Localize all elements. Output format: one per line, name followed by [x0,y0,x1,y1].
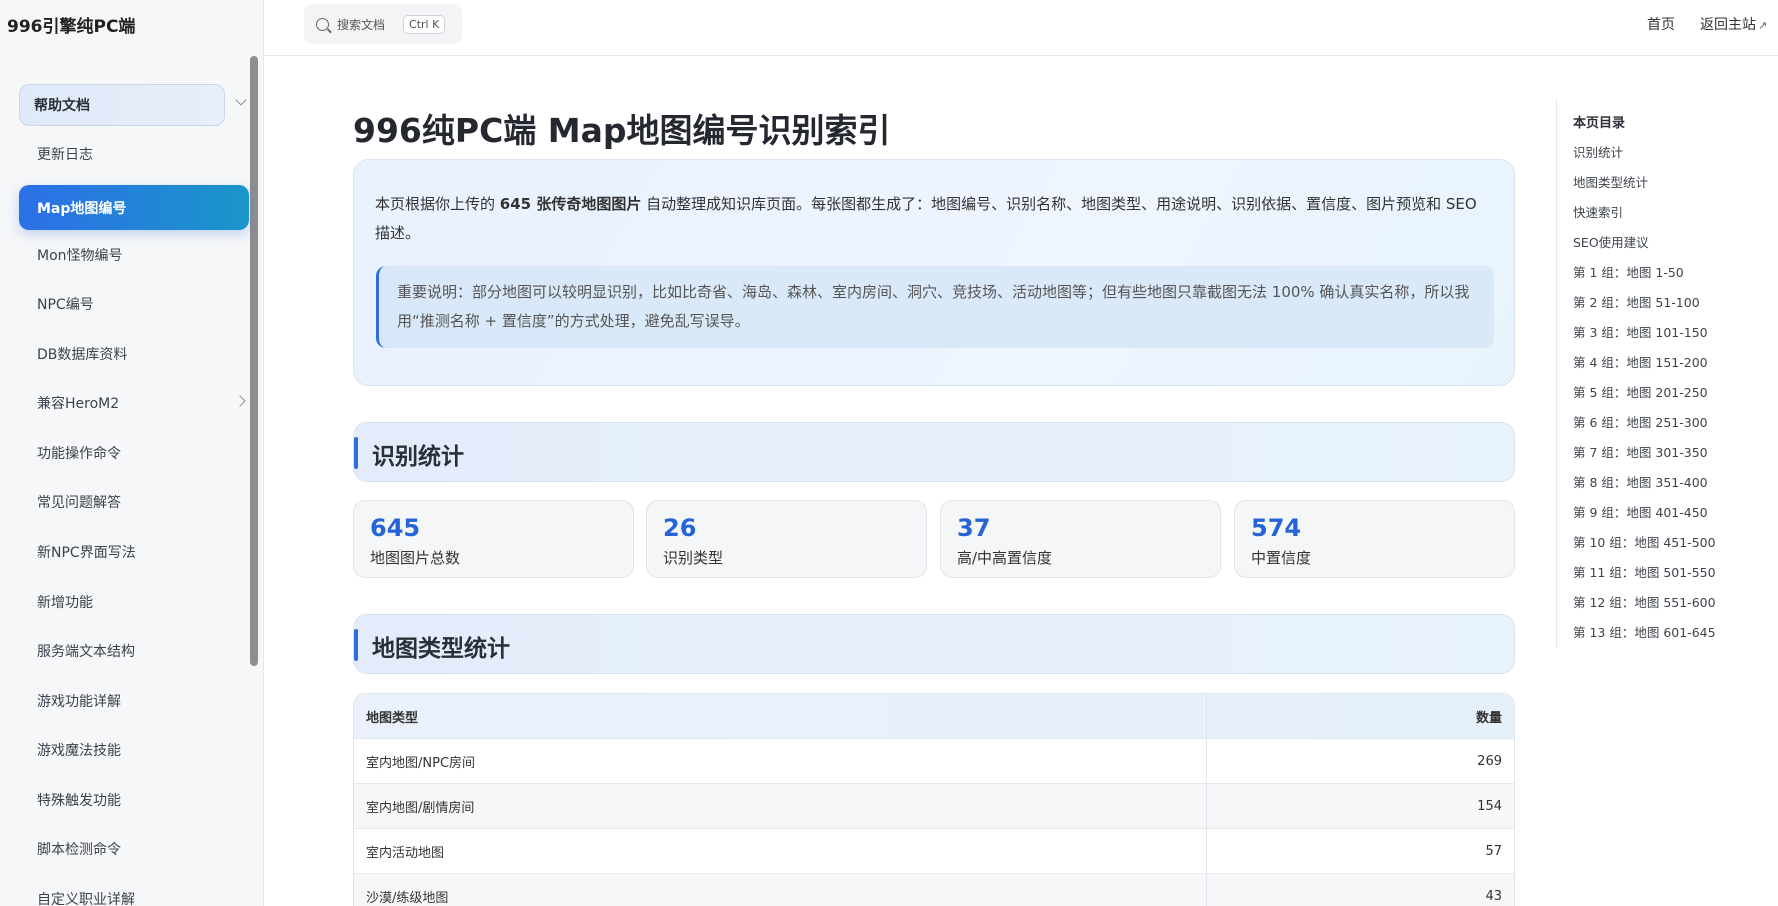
table-cell-type: 室内地图/剧情房间 [354,784,1207,828]
nav-back-link[interactable]: 返回主站 ↗ [1700,14,1767,34]
sidebar-item-custom-jobs[interactable]: 自定义职业详解 [37,890,135,906]
sidebar-item-changelog[interactable]: 更新日志 [37,145,93,165]
intro-text: 本页根据你上传的 645 张传奇地图图片 自动整理成知识库页面。每张图都生成了：… [375,190,1495,248]
table-cell-type: 室内地图/NPC房间 [354,739,1207,783]
toc-item-quick-index[interactable]: 快速索引 [1573,202,1623,221]
chevron-right-icon[interactable] [234,395,246,407]
stat-label: 中置信度 [1251,549,1312,567]
table-cell-count: 43 [1485,888,1502,904]
toc-item-stats[interactable]: 识别统计 [1573,142,1623,161]
toc-item-group-7[interactable]: 第 7 组：地图 301-350 [1573,442,1708,461]
table-body: 室内地图/NPC房间 269 室内地图/剧情房间 154 室内活动地图 57 沙… [354,739,1514,906]
stat-card-total: 645 地图图片总数 [353,500,634,578]
column-header-count[interactable]: 数量 [1207,694,1514,738]
sidebar-item-game-features[interactable]: 游戏功能详解 [37,692,121,712]
table-cell-count: 269 [1477,753,1502,769]
toc-item-group-12[interactable]: 第 12 组：地图 551-600 [1573,592,1716,611]
search-placeholder: 搜索文档 [337,17,386,32]
sidebar-item-db[interactable]: DB数据库资料 [37,345,127,365]
toc-item-group-9[interactable]: 第 9 组：地图 401-450 [1573,502,1708,521]
stat-label: 高/中高置信度 [957,549,1053,567]
sidebar-item-script-commands[interactable]: 脚本检测命令 [37,840,121,860]
intro-card: 本页根据你上传的 645 张传奇地图图片 自动整理成知识库页面。每张图都生成了：… [353,159,1515,386]
chevron-down-icon[interactable] [235,94,247,106]
table-cell-count: 57 [1485,843,1502,859]
intro-bold: 645 张传奇地图图片 [499,195,642,213]
toc-item-group-6[interactable]: 第 6 组：地图 251-300 [1573,412,1708,431]
section-types-header: 地图类型统计 [353,614,1515,674]
page-title: 996纯PC端 Map地图编号识别索引 [353,111,891,150]
table-cell-type: 沙漠/练级地图 [354,874,1207,906]
nav-back-label: 返回主站 [1700,17,1756,33]
toc-item-group-1[interactable]: 第 1 组：地图 1-50 [1573,262,1684,281]
stat-number: 26 [663,514,697,542]
sidebar-item-new-features[interactable]: 新增功能 [37,593,93,613]
toc-item-group-10[interactable]: 第 10 组：地图 451-500 [1573,532,1716,551]
table-row: 室内活动地图 57 [354,829,1514,874]
table-cell-count: 154 [1477,798,1502,814]
section-accent-bar [354,629,358,661]
stat-card-high-confidence: 37 高/中高置信度 [940,500,1221,578]
stat-label: 识别类型 [663,549,724,567]
stat-number: 645 [370,514,421,542]
toc-item-group-5[interactable]: 第 5 组：地图 201-250 [1573,382,1708,401]
toc-item-group-13[interactable]: 第 13 组：地图 601-645 [1573,622,1716,641]
sidebar-item-npc-ids[interactable]: NPC编号 [37,295,94,315]
toc-item-group-11[interactable]: 第 11 组：地图 501-550 [1573,562,1716,581]
toc-item-group-8[interactable]: 第 8 组：地图 351-400 [1573,472,1708,491]
search-button[interactable]: 搜索文档 Ctrl K [304,4,462,44]
map-type-table: 地图类型 数量 室内地图/NPC房间 269 室内地图/剧情房间 154 室内活… [353,693,1515,906]
table-header: 地图类型 数量 [354,694,1514,739]
toc-item-group-2[interactable]: 第 2 组：地图 51-100 [1573,292,1700,311]
toc: 本页目录 识别统计 地图类型统计 快速索引 SEO使用建议 第 1 组：地图 1… [1556,98,1756,648]
important-note: 重要说明：部分地图可以较明显识别，比如比奇省、海岛、森林、室内房间、洞穴、竞技场… [376,266,1494,348]
section-stats-header: 识别统计 [353,422,1515,482]
table-row: 室内地图/NPC房间 269 [354,739,1514,784]
stat-number: 37 [957,514,991,542]
sidebar-item-magic-skills[interactable]: 游戏魔法技能 [37,741,121,761]
sidebar-item-special-triggers[interactable]: 特殊触发功能 [37,791,121,811]
sidebar-item-herom2[interactable]: 兼容HeroM2 [37,394,119,414]
stat-card-types: 26 识别类型 [646,500,927,578]
search-icon [316,17,329,31]
toc-item-seo[interactable]: SEO使用建议 [1573,232,1649,251]
stat-card-medium-confidence: 574 中置信度 [1234,500,1515,578]
toc-item-type-stats[interactable]: 地图类型统计 [1573,172,1648,191]
toc-item-group-3[interactable]: 第 3 组：地图 101-150 [1573,322,1708,341]
sidebar-item-new-npc-ui[interactable]: 新NPC界面写法 [37,543,136,563]
brand-title[interactable]: 996引擎纯PC端 [7,12,135,37]
column-header-type[interactable]: 地图类型 [354,694,1207,738]
sidebar-group-help-docs[interactable]: 帮助文档 [19,84,225,126]
stat-number: 574 [1251,514,1302,542]
nav-home-link[interactable]: 首页 [1647,14,1675,34]
section-types-title: 地图类型统计 [372,636,510,662]
sidebar-item-faq[interactable]: 常见问题解答 [37,493,121,513]
intro-prefix: 本页根据你上传的 [375,195,500,213]
sidebar-item-server-text[interactable]: 服务端文本结构 [37,642,135,662]
sidebar-scrollbar[interactable] [250,56,258,666]
toc-title: 本页目录 [1573,116,1626,131]
search-shortcut-badge: Ctrl K [403,14,446,34]
table-row: 室内地图/剧情房间 154 [354,784,1514,829]
external-link-icon: ↗ [1758,19,1768,32]
sidebar-item-map-ids[interactable]: Map地图编号 [19,185,249,230]
sidebar: 996引擎纯PC端 帮助文档 更新日志 Map地图编号 Mon怪物编号 NPC编… [0,0,264,906]
section-accent-bar [354,437,358,469]
stat-label: 地图图片总数 [370,549,461,567]
section-stats-title: 识别统计 [372,444,464,470]
table-row: 沙漠/练级地图 43 [354,874,1514,906]
app-root: 996引擎纯PC端 帮助文档 更新日志 Map地图编号 Mon怪物编号 NPC编… [0,0,1778,906]
sidebar-item-mon-ids[interactable]: Mon怪物编号 [37,246,123,266]
toc-item-group-4[interactable]: 第 4 组：地图 151-200 [1573,352,1708,371]
topbar: 搜索文档 Ctrl K 首页 返回主站 ↗ [264,0,1778,56]
sidebar-item-commands[interactable]: 功能操作命令 [37,444,121,464]
table-cell-type: 室内活动地图 [354,829,1207,873]
